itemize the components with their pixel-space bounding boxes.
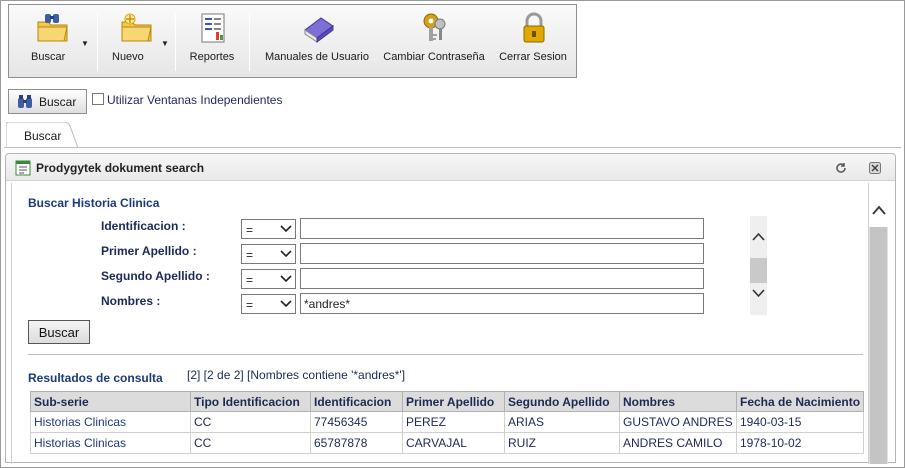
table-cell: CC: [190, 411, 311, 433]
column-header[interactable]: Fecha de Nacimiento: [735, 391, 865, 412]
toolbar-buscar-label: Buscar: [31, 51, 66, 63]
nombres-input[interactable]: [300, 293, 704, 314]
column-header[interactable]: Identificacion: [310, 391, 403, 412]
nombres-label: Nombres :: [101, 294, 161, 308]
toolbar-separator: [175, 13, 176, 71]
panel-title: Prodygytek dokument search: [36, 161, 205, 175]
quick-search-label: Buscar: [39, 95, 77, 109]
folder-binoculars-icon: [37, 14, 68, 42]
table-cell: 1978-10-02: [735, 432, 865, 454]
refresh-icon[interactable]: [835, 162, 847, 174]
column-header[interactable]: Segundo Apellido: [504, 391, 620, 412]
tab-buscar-label: Buscar: [24, 129, 62, 143]
table-cell: CARVAJAL: [402, 432, 505, 454]
column-header[interactable]: Primer Apellido: [402, 391, 505, 412]
chevron-down-icon: [280, 275, 292, 283]
toolbar-cerrar-sesion-button[interactable]: Cerrar Sesion: [493, 5, 573, 77]
table-cell: ARIAS: [504, 411, 620, 433]
panel-body: Buscar Historia Clinica Identificacion :…: [11, 183, 869, 464]
toolbar-cambiar-contrasena-button[interactable]: Cambiar Contraseña: [379, 5, 489, 77]
chevron-down-icon: [280, 250, 292, 258]
toolbar-nuevo-button[interactable]: Nuevo ▼: [101, 5, 171, 77]
identificacion-label: Identificacion :: [101, 219, 186, 233]
toolbar-separator: [97, 13, 98, 71]
search-submit-button[interactable]: Buscar: [28, 320, 90, 344]
binoculars-icon: [18, 95, 32, 108]
chevron-down-icon: [280, 225, 292, 233]
column-header[interactable]: Nombres: [619, 391, 737, 412]
table-cell: RUIZ: [504, 432, 620, 454]
primer-apellido-input[interactable]: [300, 243, 704, 264]
toolbar-cerrar-sesion-label: Cerrar Sesion: [499, 51, 567, 63]
keys-icon: [423, 13, 446, 41]
table-cell: 77456345: [310, 411, 403, 433]
table-cell[interactable]: Historias Clinicas: [30, 432, 191, 454]
table-row[interactable]: Historias Clinicas CC 77456345 PEREZ ARI…: [30, 411, 865, 433]
table-cell: PEREZ: [402, 411, 505, 433]
chevron-down-icon: [280, 300, 292, 308]
close-icon[interactable]: [869, 162, 881, 174]
table-cell: CC: [190, 432, 311, 454]
toolbar-buscar-button[interactable]: Buscar ▼: [17, 5, 89, 77]
toolbar-manuales-button[interactable]: Manuales de Usuario: [259, 5, 375, 77]
identificacion-operator-select[interactable]: =: [241, 219, 296, 239]
identificacion-operator-value: =: [246, 223, 254, 237]
results-title: Resultados de consulta: [28, 371, 163, 385]
segundo-apellido-input[interactable]: [300, 268, 704, 289]
quick-search-button[interactable]: Buscar: [8, 89, 87, 114]
segundo-apellido-operator-select[interactable]: =: [241, 269, 296, 289]
table-cell: 1940-03-15: [735, 411, 865, 433]
primer-apellido-operator-value: =: [246, 248, 254, 262]
segundo-apellido-operator-value: =: [246, 273, 254, 287]
caret-down-icon: ▼: [81, 39, 89, 48]
chevron-up-icon[interactable]: [752, 232, 765, 241]
table-cell: 65787878: [310, 432, 403, 454]
toolbar-manuales-label: Manuales de Usuario: [265, 51, 369, 63]
section-divider: [28, 354, 863, 355]
table-cell: GUSTAVO ANDRES: [619, 411, 737, 433]
nombres-operator-value: =: [246, 298, 254, 312]
toolbar-separator: [249, 13, 250, 71]
main-toolbar: Buscar ▼ Nuevo ▼ Reportes Manuales de Us…: [8, 4, 577, 78]
tab-buscar[interactable]: Buscar: [6, 122, 78, 148]
toolbar-reportes-label: Reportes: [189, 51, 235, 63]
form-scrollbar-thumb[interactable]: [750, 258, 767, 283]
toolbar-reportes-button[interactable]: Reportes: [179, 5, 245, 77]
table-row[interactable]: Historias Clinicas CC 65787878 CARVAJAL …: [30, 432, 865, 454]
toolbar-cambiar-contrasena-label: Cambiar Contraseña: [383, 51, 485, 63]
column-header[interactable]: Tipo Identificacion: [190, 391, 311, 412]
lock-icon: [523, 12, 545, 43]
results-summary: [2] [2 de 2] [Nombres contiene '*andres*…: [187, 368, 406, 382]
panel-scrollbar-thumb[interactable]: [870, 227, 887, 464]
table-cell: ANDRES CAMILO: [619, 432, 737, 454]
independent-windows-label: Utilizar Ventanas Independientes: [107, 93, 283, 107]
form-title: Buscar Historia Clinica: [28, 196, 160, 210]
primer-apellido-operator-select[interactable]: =: [241, 244, 296, 264]
segundo-apellido-label: Segundo Apellido :: [101, 269, 210, 283]
form-scrollbar[interactable]: [750, 216, 767, 315]
panel-scrollbar[interactable]: [869, 183, 888, 464]
primer-apellido-label: Primer Apellido :: [101, 244, 197, 258]
column-header[interactable]: Sub-serie: [30, 391, 191, 412]
table-cell[interactable]: Historias Clinicas: [30, 411, 191, 433]
document-icon: [15, 160, 31, 176]
independent-windows-checkbox[interactable]: [92, 93, 104, 105]
tab-strip-line: [4, 147, 901, 148]
panel-header: Prodygytek dokument search: [6, 154, 895, 181]
report-icon: [201, 13, 225, 43]
book-icon: [304, 17, 334, 43]
nombres-operator-select[interactable]: =: [241, 294, 296, 314]
caret-down-icon: ▼: [161, 39, 169, 48]
folder-new-icon: [121, 13, 152, 42]
toolbar-nuevo-label: Nuevo: [112, 51, 144, 63]
results-table: Sub-serie Tipo Identificacion Identifica…: [30, 391, 865, 454]
identificacion-input[interactable]: [300, 218, 704, 239]
chevron-up-icon[interactable]: [872, 205, 886, 215]
panel-scrollbar-up[interactable]: [869, 183, 888, 227]
chevron-down-icon[interactable]: [752, 289, 765, 298]
search-panel: Prodygytek dokument search Buscar Histor…: [5, 153, 896, 464]
table-header-row: Sub-serie Tipo Identificacion Identifica…: [30, 391, 865, 412]
